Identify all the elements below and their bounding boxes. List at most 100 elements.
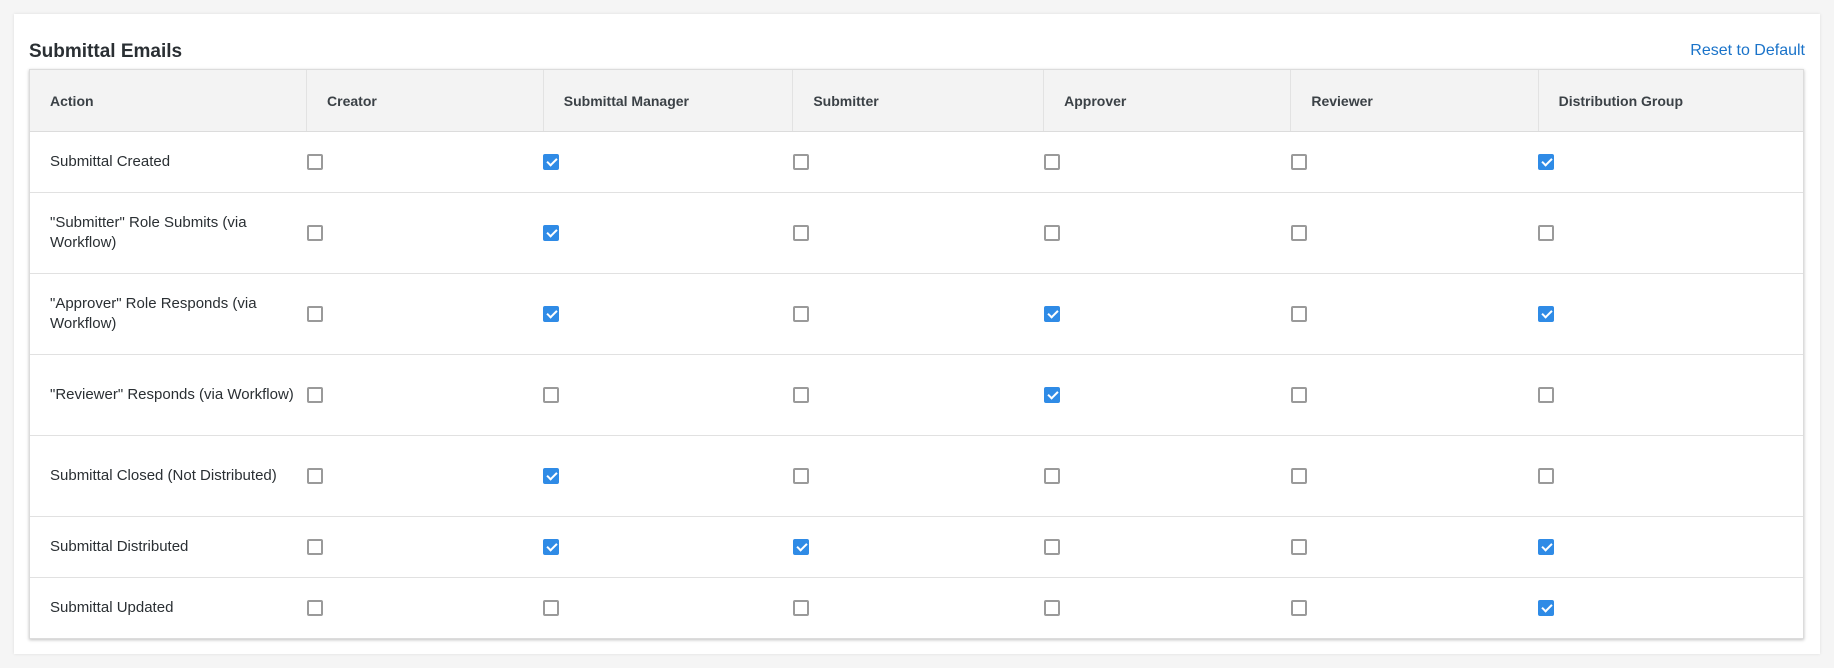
column-header-submittal-manager: Submittal Manager <box>542 70 793 132</box>
checkbox-cell <box>792 577 1044 638</box>
column-header-action: Action <box>30 70 307 132</box>
distribution-group-checkbox[interactable] <box>1538 387 1555 404</box>
table-row: Submittal Distributed <box>30 516 1803 578</box>
checkbox-cell <box>543 131 793 193</box>
submitter-checkbox[interactable] <box>792 306 809 323</box>
distribution-group-checkbox[interactable] <box>1538 306 1555 323</box>
table-header-row: Action Creator Submittal Manager Submitt… <box>30 70 1803 132</box>
checkbox-cell <box>306 435 544 517</box>
creator-checkbox[interactable] <box>306 154 323 171</box>
approver-checkbox[interactable] <box>1043 154 1060 171</box>
table-row: Submittal Created <box>30 131 1803 193</box>
checkbox-cell <box>1290 516 1539 578</box>
checkbox-cell <box>1290 354 1539 436</box>
panel-title: Submittal Emails <box>29 41 183 62</box>
checkbox-cell <box>1538 435 1803 517</box>
table-row: "Reviewer" Responds (via Workflow) <box>30 354 1803 436</box>
submittal-manager-checkbox[interactable] <box>543 154 560 171</box>
submittal-manager-checkbox[interactable] <box>543 600 560 617</box>
column-header-submitter: Submitter <box>792 70 1044 132</box>
checkbox-cell <box>1538 354 1803 436</box>
checkbox-cell <box>792 516 1044 578</box>
submitter-checkbox[interactable] <box>792 225 809 242</box>
reviewer-checkbox[interactable] <box>1290 306 1307 323</box>
checkbox-cell <box>1043 354 1291 436</box>
column-header-creator: Creator <box>306 70 544 132</box>
creator-checkbox[interactable] <box>306 539 323 556</box>
checkbox-cell <box>792 192 1044 274</box>
creator-checkbox[interactable] <box>306 387 323 404</box>
checkbox-cell <box>543 516 793 578</box>
checkbox-cell <box>1290 577 1539 638</box>
approver-checkbox[interactable] <box>1043 539 1060 556</box>
distribution-group-checkbox[interactable] <box>1538 539 1555 556</box>
approver-checkbox[interactable] <box>1043 468 1060 485</box>
submittal-manager-checkbox[interactable] <box>543 468 560 485</box>
checkbox-cell <box>306 516 544 578</box>
submittal-manager-checkbox[interactable] <box>543 387 560 404</box>
column-header-reviewer: Reviewer <box>1290 70 1539 132</box>
email-settings-table: Action Creator Submittal Manager Submitt… <box>29 69 1804 639</box>
checkbox-cell <box>1290 192 1539 274</box>
submitter-checkbox[interactable] <box>792 154 809 171</box>
submitter-checkbox[interactable] <box>792 600 809 617</box>
reset-to-default-link[interactable]: Reset to Default <box>1690 42 1805 60</box>
approver-checkbox[interactable] <box>1043 600 1060 617</box>
table-row: Submittal Closed (Not Distributed) <box>30 435 1803 517</box>
submittal-manager-checkbox[interactable] <box>543 225 560 242</box>
reviewer-checkbox[interactable] <box>1290 539 1307 556</box>
checkbox-cell <box>543 354 793 436</box>
distribution-group-checkbox[interactable] <box>1538 225 1555 242</box>
checkbox-cell <box>1538 273 1803 355</box>
reviewer-checkbox[interactable] <box>1290 154 1307 171</box>
checkbox-cell <box>1043 516 1291 578</box>
action-label: Submittal Closed (Not Distributed) <box>30 435 307 517</box>
submittal-emails-panel: Submittal Emails Reset to Default Action… <box>14 14 1820 654</box>
checkbox-cell <box>1290 273 1539 355</box>
column-header-distribution-group: Distribution Group <box>1537 70 1803 132</box>
reviewer-checkbox[interactable] <box>1290 600 1307 617</box>
distribution-group-checkbox[interactable] <box>1538 468 1555 485</box>
checkbox-cell <box>1538 131 1803 193</box>
distribution-group-checkbox[interactable] <box>1538 154 1555 171</box>
reviewer-checkbox[interactable] <box>1290 387 1307 404</box>
submitter-checkbox[interactable] <box>792 468 809 485</box>
approver-checkbox[interactable] <box>1043 306 1060 323</box>
creator-checkbox[interactable] <box>306 468 323 485</box>
checkbox-cell <box>792 354 1044 436</box>
action-label: Submittal Created <box>30 131 307 193</box>
action-label: "Approver" Role Responds (via Workflow) <box>30 273 307 355</box>
checkbox-cell <box>1538 192 1803 274</box>
reviewer-checkbox[interactable] <box>1290 225 1307 242</box>
checkbox-cell <box>792 273 1044 355</box>
reviewer-checkbox[interactable] <box>1290 468 1307 485</box>
table-row: Submittal Updated <box>30 577 1803 638</box>
submittal-manager-checkbox[interactable] <box>543 306 560 323</box>
creator-checkbox[interactable] <box>306 306 323 323</box>
submitter-checkbox[interactable] <box>792 539 809 556</box>
creator-checkbox[interactable] <box>306 600 323 617</box>
checkbox-cell <box>1290 435 1539 517</box>
checkbox-cell <box>543 192 793 274</box>
submittal-manager-checkbox[interactable] <box>543 539 560 556</box>
checkbox-cell <box>543 273 793 355</box>
table-row: "Submitter" Role Submits (via Workflow) <box>30 192 1803 274</box>
action-label: Submittal Updated <box>30 577 307 638</box>
checkbox-cell <box>1043 435 1291 517</box>
table-row: "Approver" Role Responds (via Workflow) <box>30 273 1803 355</box>
checkbox-cell <box>1043 577 1291 638</box>
checkbox-cell <box>1538 516 1803 578</box>
approver-checkbox[interactable] <box>1043 225 1060 242</box>
action-label: Submittal Distributed <box>30 516 307 578</box>
distribution-group-checkbox[interactable] <box>1538 600 1555 617</box>
checkbox-cell <box>306 354 544 436</box>
checkbox-cell <box>1043 192 1291 274</box>
checkbox-cell <box>543 435 793 517</box>
checkbox-cell <box>792 435 1044 517</box>
approver-checkbox[interactable] <box>1043 387 1060 404</box>
creator-checkbox[interactable] <box>306 225 323 242</box>
checkbox-cell <box>1290 131 1539 193</box>
submitter-checkbox[interactable] <box>792 387 809 404</box>
action-label: "Submitter" Role Submits (via Workflow) <box>30 192 307 274</box>
action-label: "Reviewer" Responds (via Workflow) <box>30 354 307 436</box>
